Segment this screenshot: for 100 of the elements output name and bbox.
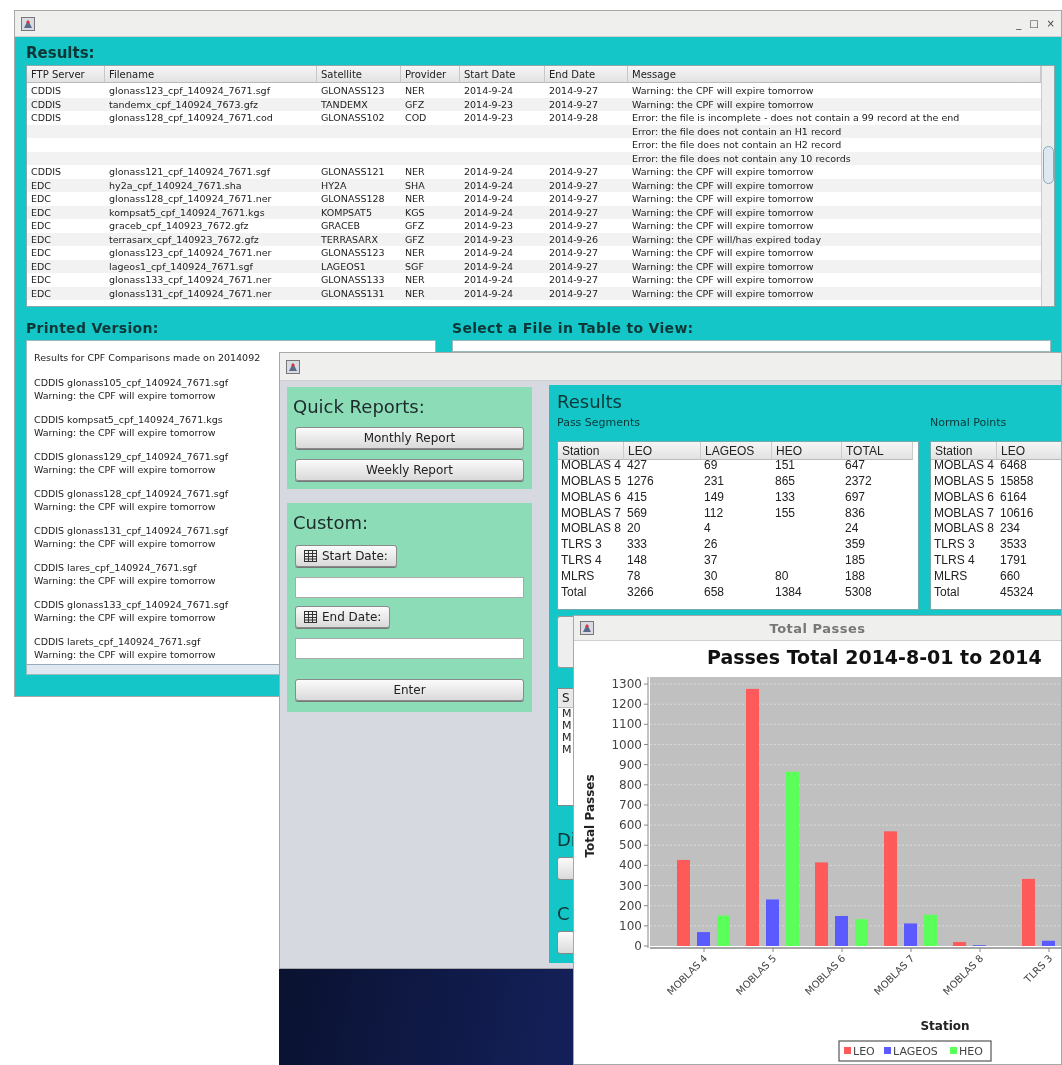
table-cell-text: 2014-9-27 <box>548 246 600 260</box>
table-cell-text: NER <box>404 273 426 287</box>
tick-label: 300 <box>619 878 642 893</box>
text-line: CDDIS glonass131_cpf_140924_7671.sgf <box>34 525 229 538</box>
app-icon <box>286 359 300 374</box>
table-title: Normal Points <box>930 415 1008 431</box>
column-header[interactable]: Station <box>558 442 624 460</box>
table-cell-text: 3533 <box>999 537 1028 554</box>
bar <box>855 919 868 946</box>
column-header[interactable]: Station <box>931 442 997 460</box>
table-cell-text: hy2a_cpf_140924_7671.sha <box>108 178 243 192</box>
table-cell-text: 69 <box>703 457 719 474</box>
report-button[interactable]: Monthly Report <box>295 427 524 449</box>
table-cell-text: 80 <box>774 569 790 585</box>
date-field[interactable] <box>295 638 524 659</box>
date-field[interactable] <box>295 577 524 598</box>
column-header[interactable]: LEO <box>997 442 1061 460</box>
chart-title: Passes Total 2014-8-01 to 2014 <box>707 646 1042 668</box>
table-cell-text: MOBLAS 8 <box>933 521 996 538</box>
scrollbar[interactable] <box>1041 66 1054 306</box>
tick-label: 400 <box>619 858 642 873</box>
bar <box>697 932 710 946</box>
table-cell-text: 185 <box>844 553 867 570</box>
table-cell-text: 647 <box>844 457 867 474</box>
table-cell-text: GLONASS102 <box>320 111 386 125</box>
column-header[interactable]: Filename <box>105 66 317 83</box>
table-cell-text: glonass133_cpf_140924_7671.ner <box>108 273 273 287</box>
table-cell-text: TLRS 3 <box>933 537 976 554</box>
table-cell-text: 6468 <box>999 457 1028 474</box>
column-header[interactable]: LEO <box>624 442 701 460</box>
table-cell-text: 3266 <box>626 585 655 601</box>
bar <box>766 899 779 946</box>
column-header[interactable]: Provider <box>401 66 460 83</box>
column-header[interactable]: S <box>558 689 574 708</box>
table-cell-text: 427 <box>626 457 649 474</box>
table-cell-text: glonass128_cpf_140924_7671.cod <box>108 111 274 125</box>
table-cell-text: MOBLAS 8 <box>560 521 623 538</box>
table-cell-text: GLONASS123 <box>320 84 386 98</box>
text-line: CDDIS glonass129_cpf_140924_7671.sgf <box>34 451 229 464</box>
table-cell-text: 2014-9-27 <box>548 165 600 179</box>
table-cell-text: COD <box>404 111 428 125</box>
column-header[interactable]: End Date <box>545 66 628 83</box>
table-cell-text: 112 <box>703 505 725 522</box>
table-cell-text: 2014-9-28 <box>548 111 600 125</box>
table-cell-text: glonass123_cpf_140924_7671.ner <box>108 246 273 260</box>
table-cell-text: 1791 <box>999 553 1028 570</box>
date-button[interactable]: Start Date: <box>295 545 397 567</box>
table-cell-text: 4 <box>703 521 712 538</box>
legend-swatch <box>844 1047 851 1054</box>
calendar-icon <box>304 611 317 623</box>
table-cell-text: 45324 <box>999 585 1035 601</box>
table-cell-text: KGS <box>404 205 426 219</box>
bar <box>1022 878 1035 946</box>
bar <box>835 916 848 946</box>
column-header[interactable]: FTP Server <box>27 66 105 83</box>
column-header[interactable]: Message <box>628 66 1041 83</box>
table-cell-text: 836 <box>844 505 867 522</box>
table-cell-text: Warning: the CPF will expire tomorrow <box>631 192 815 206</box>
table-cell-text: 697 <box>844 489 867 506</box>
tick-label: 600 <box>619 818 642 833</box>
legend-label: HEO <box>959 1045 983 1058</box>
legend-label: LAGEOS <box>893 1045 938 1058</box>
window-button[interactable]: × <box>1046 17 1055 30</box>
table-cell-text: 6164 <box>999 489 1028 506</box>
table-cell-text: 24 <box>844 521 860 538</box>
window-button[interactable]: □ <box>1029 17 1039 30</box>
table-cell-text: Warning: the CPF will expire tomorrow <box>631 219 815 233</box>
window-button[interactable]: _ <box>1016 17 1022 30</box>
table-cell-text: 2014-9-23 <box>463 219 515 233</box>
table-cell-text: Warning: the CPF will expire tomorrow <box>631 97 815 111</box>
report-button[interactable]: Weekly Report <box>295 459 524 481</box>
window-title: Total Passes <box>768 620 867 636</box>
table-cell-text: glonass128_cpf_140924_7671.ner <box>108 192 273 206</box>
table-cell-text: 151 <box>774 457 797 474</box>
table-cell-text: GFZ <box>404 97 426 111</box>
enter-button[interactable]: Enter <box>295 679 524 701</box>
tick-label: 800 <box>619 777 642 792</box>
column-header[interactable]: TOTAL <box>842 442 913 460</box>
column-header[interactable]: Start Date <box>460 66 545 83</box>
tick-label: 1200 <box>611 697 642 712</box>
column-header[interactable]: LAGEOS <box>701 442 772 460</box>
table-cell-text: 2014-9-27 <box>548 219 600 233</box>
column-header[interactable]: HEO <box>772 442 842 460</box>
table-cell-text: EDC <box>30 286 52 300</box>
table-cell-text: MOBLAS 7 <box>933 505 996 522</box>
column-header[interactable]: Satellite <box>317 66 401 83</box>
section-heading: Results <box>557 390 623 414</box>
table-cell-text: GLONASS133 <box>320 273 386 287</box>
table-cell-text: M <box>561 720 573 732</box>
calendar-icon <box>304 550 317 562</box>
table-cell-text: 660 <box>999 569 1022 585</box>
legend-label: LEO <box>853 1045 875 1058</box>
tick-label: 1000 <box>611 737 642 752</box>
text-line: Warning: the CPF will expire tomorrow <box>34 500 216 513</box>
table-cell-text: Warning: the CPF will expire tomorrow <box>631 205 815 219</box>
text-line: Warning: the CPF will expire tomorrow <box>34 426 216 439</box>
table-cell-text: GFZ <box>404 219 426 233</box>
table-cell-text: 2014-9-24 <box>463 246 515 260</box>
date-button[interactable]: End Date: <box>295 606 391 628</box>
table-cell-text: 2014-9-24 <box>463 286 515 300</box>
